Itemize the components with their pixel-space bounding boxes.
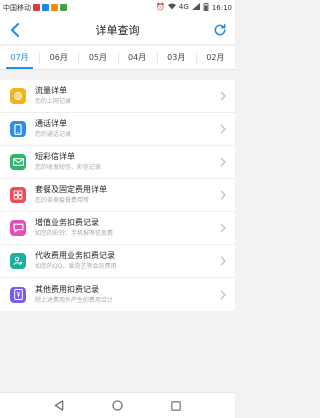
list-item-text: 流量详单 您的上网记录	[35, 86, 219, 106]
list-item-subtitle: 您的上网记录	[35, 98, 72, 105]
tab-month-07[interactable]: 07月	[0, 46, 39, 69]
grid-icon	[10, 187, 26, 203]
notification-app-icon	[42, 4, 49, 11]
carrier-name: 中国移动	[3, 3, 31, 12]
signal-icon	[191, 3, 200, 12]
list-item-value-added[interactable]: 增值业务扣费记录 如您的彩铃、手机报等信息费	[0, 212, 235, 245]
tab-month-02[interactable]: 02月	[195, 46, 235, 69]
chevron-right-icon	[219, 222, 227, 234]
list-item-subtitle: 除上述费用外产生的费用合计	[35, 296, 114, 304]
list-item-title: 通话详单	[35, 119, 67, 128]
list-item-sms[interactable]: 短彩信详单 您的收发短信、彩信记录	[0, 146, 235, 179]
page-title: 详单查询	[95, 23, 140, 37]
status-bar-right: ⏰ 4G 16:10	[156, 2, 232, 13]
money-icon	[10, 286, 26, 303]
back-button[interactable]	[6, 21, 24, 39]
chevron-right-icon	[219, 90, 227, 102]
signal-label: 4G	[178, 3, 189, 11]
triangle-back-icon	[54, 400, 64, 411]
list-item-collection[interactable]: 代收费用业务扣费记录 如您的QQ、爱奇艺等会员费用	[0, 245, 235, 278]
list-item-subtitle: 您的各类套餐费用等	[35, 197, 90, 204]
notification-app-icon	[60, 4, 67, 11]
list-item-text: 增值业务扣费记录 如您的彩铃、手机报等信息费	[35, 218, 219, 238]
list-item-package-fees[interactable]: 套餐及固定费用详单 您的各类套餐费用等	[0, 179, 235, 212]
list-item-text: 通话详单 您的通话记录	[35, 119, 219, 139]
notification-app-icon	[51, 4, 58, 11]
user-icon	[10, 253, 26, 269]
month-tabs: 07月 06月 05月 04月 03月 02月	[0, 46, 235, 70]
list-item-subtitle: 您的收发短信、彩信记录	[35, 164, 102, 171]
chevron-right-icon	[219, 156, 227, 168]
square-recents-icon	[171, 400, 181, 411]
globe-icon	[10, 88, 26, 104]
chevron-left-icon	[11, 23, 19, 37]
list-item-title: 套餐及固定费用详单	[35, 185, 107, 194]
list-item-title: 流量详单	[35, 86, 67, 95]
nav-home-button[interactable]	[110, 399, 124, 413]
list-item-text: 套餐及固定费用详单 您的各类套餐费用等	[35, 185, 219, 205]
tab-month-04[interactable]: 04月	[117, 46, 157, 69]
notification-app-icon	[33, 4, 40, 11]
list-item-subtitle: 您的通话记录	[35, 131, 72, 138]
list-item-text: 其他费用扣费记录 除上述费用外产生的费用合计	[35, 285, 219, 305]
list-item-data-usage[interactable]: 流量详单 您的上网记录	[0, 80, 235, 113]
list-item-title: 代收费用业务扣费记录	[35, 251, 115, 260]
phone-icon	[10, 121, 26, 137]
refresh-button[interactable]	[211, 21, 229, 39]
detail-list: 流量详单 您的上网记录 通话详单 您的通话记录 短彩信详单 您的收发短信、彩信记…	[0, 80, 235, 311]
list-item-subtitle: 如您的彩铃、手机报等信息费	[35, 230, 114, 237]
list-item-calls[interactable]: 通话详单 您的通话记录	[0, 113, 235, 146]
nav-back-button[interactable]	[52, 399, 66, 413]
envelope-icon	[10, 154, 26, 170]
chevron-right-icon	[219, 289, 227, 301]
clock: 16:10	[211, 3, 232, 12]
nav-recents-button[interactable]	[169, 399, 183, 413]
chevron-right-icon	[219, 189, 227, 201]
list-item-title: 其他费用扣费记录	[35, 284, 99, 294]
list-item-subtitle: 如您的QQ、爱奇艺等会员费用	[35, 263, 117, 270]
list-item-text: 代收费用业务扣费记录 如您的QQ、爱奇艺等会员费用	[35, 251, 219, 271]
list-item-title: 短彩信详单	[35, 152, 75, 161]
message-icon	[10, 220, 26, 236]
list-item-other-fees[interactable]: 其他费用扣费记录 除上述费用外产生的费用合计	[0, 278, 235, 311]
app-header: 详单查询	[0, 15, 235, 45]
chevron-right-icon	[219, 255, 227, 267]
list-item-text: 短彩信详单 您的收发短信、彩信记录	[35, 152, 219, 172]
chevron-right-icon	[219, 123, 227, 135]
list-item-title: 增值业务扣费记录	[35, 218, 99, 227]
status-bar: 中国移动 ⏰ 4G 16:10	[0, 0, 235, 15]
tab-month-06[interactable]: 06月	[39, 46, 78, 69]
tab-month-03[interactable]: 03月	[156, 46, 196, 69]
alarm-icon: ⏰	[156, 3, 165, 11]
wifi-icon	[167, 3, 176, 12]
battery-icon	[203, 2, 209, 13]
circle-home-icon	[112, 400, 123, 411]
tab-month-05[interactable]: 05月	[78, 46, 117, 69]
status-bar-left: 中国移动	[3, 3, 67, 13]
system-nav-bar	[0, 392, 235, 418]
refresh-icon	[214, 23, 226, 36]
